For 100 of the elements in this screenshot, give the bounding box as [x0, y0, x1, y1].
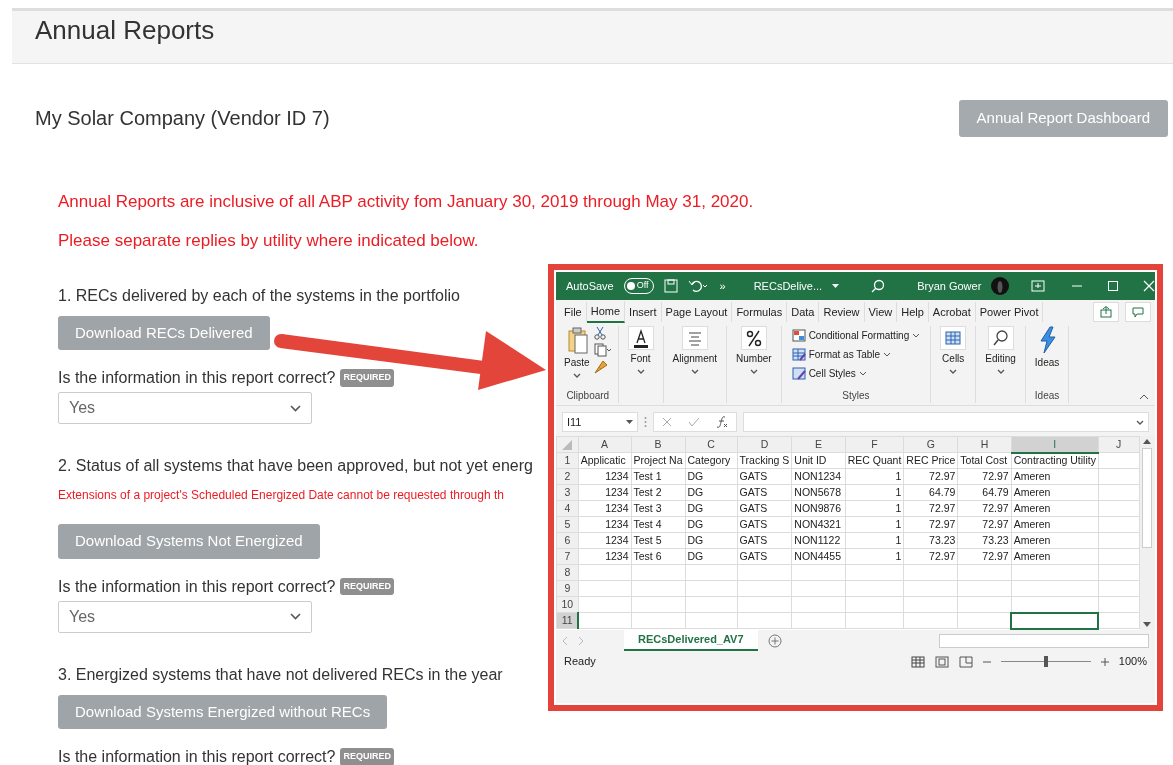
- menu-tab[interactable]: View: [864, 301, 898, 323]
- page-title: Annual Reports: [35, 15, 216, 47]
- table-cell: 72.97: [903, 468, 958, 485]
- table-cell: Unit ID: [791, 452, 846, 469]
- copy-icon[interactable]: [593, 343, 612, 357]
- menu-tab[interactable]: Insert: [625, 301, 662, 323]
- style-menu-item[interactable]: Format as Table: [791, 345, 892, 364]
- table-cell: NON4321: [791, 516, 846, 533]
- menu-tab[interactable]: Page Layout: [661, 301, 733, 323]
- table-cell: 73.23: [903, 532, 958, 549]
- table-cell: 1: [845, 468, 904, 485]
- caret-icon: [858, 370, 867, 377]
- page-break-icon[interactable]: [958, 655, 973, 668]
- table-cell: 1: [845, 548, 904, 565]
- menu-tab[interactable]: Formulas: [732, 301, 788, 323]
- save-icon[interactable]: [663, 279, 678, 293]
- menu-tab[interactable]: Help: [897, 301, 929, 323]
- maximize-icon[interactable]: [1107, 280, 1120, 292]
- table-cell: Total Cost: [957, 452, 1012, 469]
- table-cell: Test 1: [631, 468, 686, 485]
- share-button[interactable]: [1093, 302, 1119, 322]
- table-cell: Ameren: [1011, 468, 1099, 485]
- brush-icon[interactable]: [593, 360, 608, 374]
- horizontal-scrollbar[interactable]: [939, 633, 1149, 648]
- ribbon-display-icon[interactable]: [1031, 280, 1046, 292]
- more-button[interactable]: »: [719, 277, 726, 295]
- paste-button[interactable]: Paste: [564, 326, 590, 379]
- menu-tab[interactable]: Acrobat: [928, 301, 976, 323]
- ribbon-button[interactable]: Cells: [940, 326, 967, 375]
- section-heading: 1. RECs delivered by each of the systems in the portfolio: [58, 285, 460, 306]
- cell-styles-icon: [791, 367, 806, 380]
- ribbon-button[interactable]: Number: [736, 326, 772, 375]
- formula-field[interactable]: [743, 412, 1149, 432]
- table-cell: DG: [685, 532, 738, 549]
- table-cell: GATS: [737, 500, 792, 517]
- check-icon[interactable]: [688, 417, 700, 427]
- file-name[interactable]: RECsDelive...: [753, 277, 823, 295]
- menu-tab[interactable]: Home: [586, 300, 626, 324]
- column-header[interactable]: J: [1098, 436, 1140, 453]
- normal-view-icon[interactable]: [910, 655, 925, 668]
- caret-icon: [748, 367, 759, 375]
- column-header[interactable]: E: [791, 436, 846, 453]
- column-header[interactable]: G: [903, 436, 958, 453]
- ribbon-button[interactable]: Ideas: [1034, 326, 1060, 370]
- table-cell: Ameren: [1011, 548, 1099, 565]
- style-menu-item[interactable]: Cell Styles: [791, 364, 867, 383]
- menu-tab[interactable]: File: [560, 301, 587, 323]
- table-cell: NON1234: [791, 468, 846, 485]
- table-cell: NON1122: [791, 532, 846, 549]
- search-icon[interactable]: [871, 279, 886, 293]
- caret-icon: [948, 367, 959, 375]
- table-cell: DG: [685, 500, 738, 517]
- menu-tab[interactable]: Review: [819, 301, 865, 323]
- table-cell: 72.97: [903, 500, 958, 517]
- column-header[interactable]: I: [1011, 436, 1099, 453]
- function-icon[interactable]: [716, 416, 728, 428]
- menu-tab[interactable]: Power Pivot: [975, 301, 1044, 323]
- answer-select[interactable]: Yes: [58, 600, 312, 633]
- ribbon-button[interactable]: Font: [627, 326, 654, 375]
- zoom-slider-thumb[interactable]: [1043, 656, 1048, 667]
- table-cell: Category: [685, 452, 738, 469]
- undo-icon[interactable]: [687, 279, 710, 293]
- ribbon-button[interactable]: Editing: [985, 326, 1016, 375]
- table-cell: 72.97: [957, 500, 1012, 517]
- chevron-down-icon: [290, 403, 301, 413]
- ribbon-button[interactable]: Alignment: [672, 326, 718, 375]
- comments-button[interactable]: [1125, 302, 1151, 322]
- column-header[interactable]: D: [737, 436, 792, 453]
- table-cell: NON9876: [791, 500, 846, 517]
- table-cell: 64.79: [903, 484, 958, 501]
- name-box[interactable]: I11: [562, 412, 638, 432]
- add-sheet-icon[interactable]: [767, 633, 782, 648]
- close-icon[interactable]: [1143, 280, 1156, 292]
- style-menu-item[interactable]: Conditional Formatting: [791, 326, 921, 345]
- collapse-icon[interactable]: [1139, 393, 1149, 401]
- table-cell: 73.23: [957, 532, 1012, 549]
- question-label: Is the information in this report correct?: [58, 747, 336, 765]
- table-cell: 1: [845, 500, 904, 517]
- table-cell: NON4455: [791, 548, 846, 565]
- table-cell: Ameren: [1011, 516, 1099, 533]
- scissors-icon[interactable]: [593, 326, 606, 340]
- caret-icon: [635, 367, 646, 375]
- table-cell: Test 2: [631, 484, 686, 501]
- menu-tab[interactable]: Data: [787, 301, 820, 323]
- caret-icon: [883, 351, 892, 358]
- column-header[interactable]: C: [685, 436, 738, 453]
- required-badge: REQUIRED: [340, 748, 394, 765]
- column-header[interactable]: H: [957, 436, 1012, 453]
- cancel-icon[interactable]: [662, 417, 672, 427]
- avatar-icon: [991, 277, 1010, 295]
- answer-select[interactable]: Yes: [58, 392, 312, 424]
- active-cell[interactable]: [1011, 612, 1099, 629]
- zoom-in-icon[interactable]: [1100, 657, 1109, 666]
- sheet-tab[interactable]: RECsDelivered_AV7: [624, 630, 758, 651]
- page-layout-icon[interactable]: [934, 655, 949, 668]
- table-cell: 1: [845, 532, 904, 549]
- column-header[interactable]: F: [845, 436, 904, 453]
- caret-icon: [689, 367, 700, 375]
- column-header[interactable]: B: [631, 436, 686, 453]
- column-header[interactable]: A: [578, 436, 631, 453]
